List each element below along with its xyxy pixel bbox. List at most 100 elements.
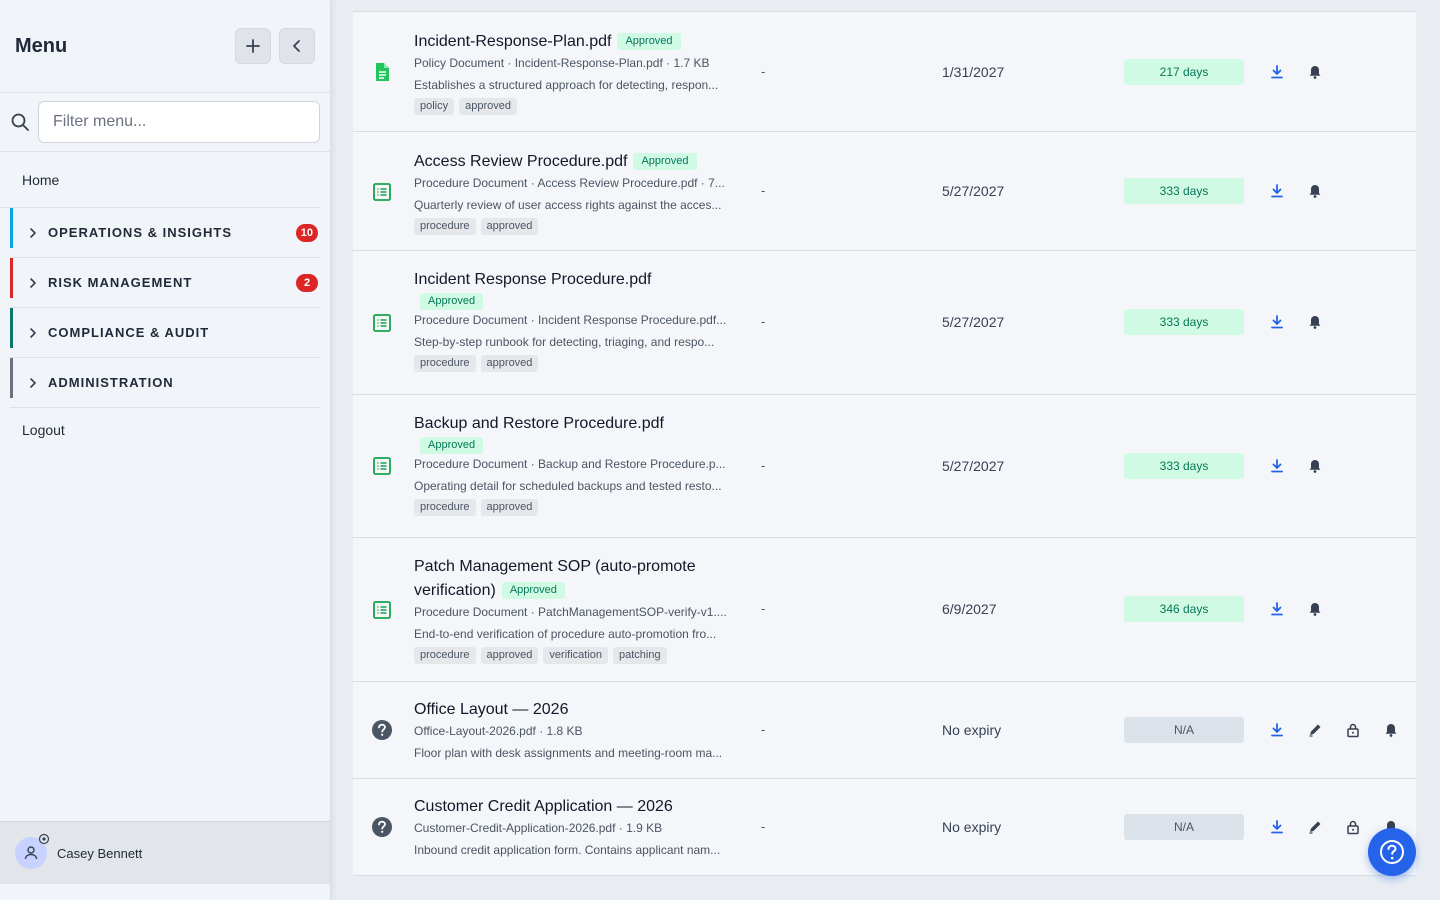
days-remaining-badge: N/A — [1124, 717, 1244, 743]
document-meta: Procedure Document · Incident Response P… — [414, 313, 727, 327]
document-description: Operating detail for scheduled backups a… — [414, 479, 722, 493]
section-accent-bar — [10, 308, 13, 348]
section-accent-bar — [10, 208, 13, 248]
lock-icon[interactable] — [1345, 722, 1361, 738]
edit-icon[interactable] — [1307, 722, 1323, 738]
status-badge: Approved — [633, 153, 697, 170]
plus-icon — [246, 39, 260, 53]
table-row[interactable]: Incident Response Procedure.pdf Approved… — [353, 251, 1416, 395]
document-title[interactable]: Incident-Response-Plan.pdf Approved — [414, 30, 749, 54]
help-button[interactable] — [1368, 828, 1416, 876]
expiry-date: No expiry — [942, 722, 1002, 738]
expiry-date: 6/9/2027 — [942, 601, 997, 617]
download-icon[interactable] — [1269, 183, 1285, 199]
expiry-date: 5/27/2027 — [942, 314, 1005, 330]
tag: procedure — [414, 218, 476, 235]
sidebar-section-operations[interactable]: OPERATIONS & INSIGHTS 10 — [10, 208, 320, 258]
logout-link[interactable]: Logout — [0, 422, 330, 438]
table-row[interactable]: Backup and Restore Procedure.pdf Approve… — [353, 395, 1416, 538]
expiry-date: No expiry — [942, 819, 1002, 835]
filter-menu-input[interactable] — [38, 101, 320, 143]
bell-icon[interactable] — [1307, 183, 1323, 199]
tag-list: policy approved — [414, 98, 749, 115]
bell-icon[interactable] — [1307, 314, 1323, 330]
owner-cell: - — [761, 722, 766, 737]
section-accent-bar — [10, 358, 13, 398]
document-description: Inbound credit application form. Contain… — [414, 843, 721, 857]
sidebar-section-risk[interactable]: RISK MANAGEMENT 2 — [10, 258, 320, 308]
document-title-text: Access Review Procedure.pdf — [414, 153, 628, 170]
document-meta: Procedure Document · Backup and Restore … — [414, 457, 726, 471]
document-list: Incident-Response-Plan.pdf Approved Polic… — [353, 11, 1416, 876]
avatar — [15, 833, 50, 869]
count-badge: 2 — [296, 273, 318, 292]
question-icon — [372, 720, 392, 740]
document-meta: Policy Document · Incident-Response-Plan… — [414, 56, 710, 70]
main-content: Incident-Response-Plan.pdf Approved Polic… — [353, 0, 1416, 900]
download-icon[interactable] — [1269, 458, 1285, 474]
download-icon[interactable] — [1269, 314, 1285, 330]
tag-list: procedure approved verification patching — [414, 647, 749, 664]
bell-icon[interactable] — [1307, 458, 1323, 474]
days-remaining-badge: N/A — [1124, 814, 1244, 840]
status-badge: Approved — [420, 293, 484, 310]
user-icon — [24, 846, 38, 860]
download-icon[interactable] — [1269, 64, 1285, 80]
sidebar-section-administration[interactable]: ADMINISTRATION — [10, 358, 320, 408]
chevron-right-icon — [30, 227, 36, 238]
download-icon[interactable] — [1269, 819, 1285, 835]
sidebar-section-compliance[interactable]: COMPLIANCE & AUDIT — [10, 308, 320, 358]
add-button[interactable] — [235, 28, 271, 64]
bell-icon[interactable] — [1307, 64, 1323, 80]
document-title[interactable]: Patch Management SOP (auto-promote verif… — [414, 555, 749, 603]
sidebar: Menu Home OPERATIONS & INSIGHTS 10 RISK … — [0, 0, 331, 900]
document-info: Customer Credit Application — 2026 Custo… — [414, 795, 749, 859]
download-icon[interactable] — [1269, 722, 1285, 738]
lock-icon[interactable] — [1345, 819, 1361, 835]
tag: approved — [480, 499, 539, 516]
tag: procedure — [414, 647, 476, 664]
document-description: End-to-end verification of procedure aut… — [414, 627, 717, 641]
tag: approved — [480, 218, 539, 235]
section-label: RISK MANAGEMENT — [48, 275, 193, 290]
days-remaining-badge: 333 days — [1124, 178, 1244, 204]
help-icon — [1380, 840, 1404, 864]
owner-cell: - — [761, 819, 766, 834]
document-title[interactable]: Office Layout — 2026 — [414, 698, 749, 722]
table-row[interactable]: Access Review Procedure.pdf Approved Proc… — [353, 132, 1416, 251]
user-footer[interactable]: Casey Bennett — [0, 821, 330, 884]
tag: patching — [613, 647, 667, 664]
table-row[interactable]: Incident-Response-Plan.pdf Approved Polic… — [353, 12, 1416, 132]
document-title[interactable]: Customer Credit Application — 2026 — [414, 795, 749, 819]
question-icon — [372, 817, 392, 837]
document-title[interactable]: Access Review Procedure.pdf Approved — [414, 150, 749, 174]
sidebar-item-home[interactable]: Home — [0, 152, 320, 208]
count-badge: 10 — [295, 223, 318, 242]
document-title[interactable]: Backup and Restore Procedure.pdf — [414, 412, 749, 436]
download-icon[interactable] — [1269, 601, 1285, 617]
file-icon — [376, 63, 389, 81]
table-row[interactable]: Patch Management SOP (auto-promote verif… — [353, 538, 1416, 682]
table-row[interactable]: Office Layout — 2026 Office-Layout-2026.… — [353, 682, 1416, 779]
document-info: Incident-Response-Plan.pdf Approved Polic… — [414, 30, 749, 115]
sidebar-header: Menu — [0, 0, 330, 93]
status-badge: Approved — [617, 33, 681, 50]
document-meta: Procedure Document · Access Review Proce… — [414, 176, 725, 190]
tag: procedure — [414, 499, 476, 516]
document-description: Floor plan with desk assignments and mee… — [414, 746, 723, 760]
edit-icon[interactable] — [1307, 819, 1323, 835]
search-icon — [11, 113, 29, 131]
document-title[interactable]: Incident Response Procedure.pdf — [414, 268, 749, 292]
document-info: Patch Management SOP (auto-promote verif… — [414, 555, 749, 664]
list-doc-icon — [373, 183, 391, 201]
collapse-sidebar-button[interactable] — [279, 28, 315, 64]
bell-icon[interactable] — [1383, 722, 1399, 738]
days-remaining-badge: 333 days — [1124, 453, 1244, 479]
owner-cell: - — [761, 64, 766, 79]
status-badge: Approved — [501, 582, 565, 599]
section-label: COMPLIANCE & AUDIT — [48, 325, 210, 340]
tag: verification — [543, 647, 608, 664]
table-row[interactable]: Customer Credit Application — 2026 Custo… — [353, 779, 1416, 876]
expiry-date: 5/27/2027 — [942, 458, 1005, 474]
bell-icon[interactable] — [1307, 601, 1323, 617]
